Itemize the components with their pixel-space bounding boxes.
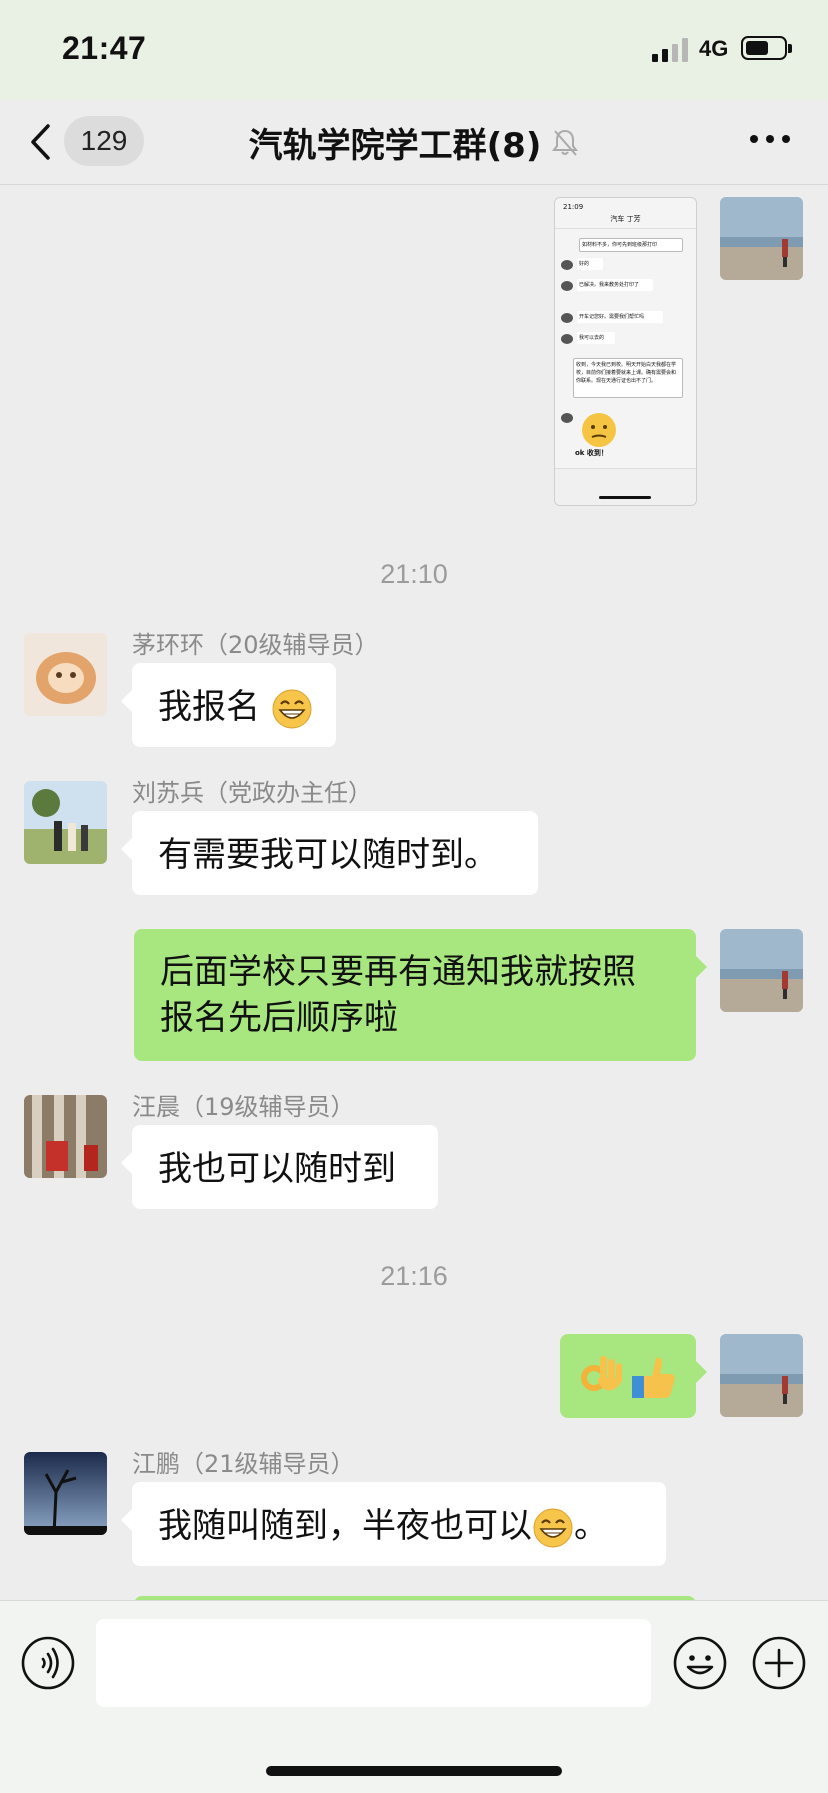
outgoing-message-bubble[interactable] <box>560 1334 707 1418</box>
home-indicator[interactable] <box>266 1766 562 1776</box>
chat-title-container: 汽轨学院学工群(8) <box>200 120 628 166</box>
sender-name: 汪晨（19级辅导员） <box>132 1093 355 1121</box>
ok-hand-thumbs-up-emoji-icon <box>581 1356 675 1398</box>
back-arrow-icon[interactable] <box>26 122 56 162</box>
sender-avatar[interactable] <box>24 633 107 716</box>
shared-screenshot-image[interactable]: 21:09 汽车 丁芳 如材料不多，你可先到班级那打印 好的 已解决。我来教务处… <box>554 197 697 506</box>
more-options-icon[interactable] <box>748 132 792 146</box>
my-avatar[interactable] <box>720 1334 803 1417</box>
chat-header: 129 汽轨学院学工群(8) <box>0 100 828 185</box>
incoming-message-bubble[interactable]: 我也可以随时到 <box>121 1125 438 1209</box>
sender-name: 刘苏兵（党政办主任） <box>132 779 372 807</box>
emoji-picker-icon[interactable] <box>672 1635 728 1691</box>
screenshot-title: 汽车 丁芳 <box>610 215 641 223</box>
incoming-message-bubble[interactable]: 我报名 <box>121 663 336 747</box>
message-text-line: 报名先后顺序啦 <box>160 998 398 1038</box>
status-bar: 21:47 4G <box>0 0 828 100</box>
message-text: 我也可以随时到 <box>158 1149 396 1189</box>
message-timestamp: 21:10 <box>380 559 448 589</box>
screenshot-message: 已解决。我来教务处打印了 <box>577 279 653 291</box>
signal-strength-icon <box>652 38 688 62</box>
chat-message-list[interactable]: 21:09 汽车 丁芳 如材料不多，你可先到班级那打印 好的 已解决。我来教务处… <box>0 185 828 1600</box>
sender-avatar[interactable] <box>24 1452 107 1535</box>
message-text: 有需要我可以随时到。 <box>158 835 498 875</box>
sticker-emoji-icon <box>582 413 616 447</box>
incoming-message-bubble[interactable]: 我随叫随到，半夜也可以 。 <box>121 1482 666 1566</box>
message-text: 我报名 <box>158 687 260 727</box>
screenshot-message: 我可以去的 <box>577 332 615 344</box>
grin-emoji-icon <box>533 1508 573 1547</box>
network-type: 4G <box>699 36 729 61</box>
message-input-bar <box>0 1600 828 1793</box>
my-avatar[interactable] <box>720 929 803 1012</box>
grin-emoji-icon <box>272 689 312 728</box>
sticker-caption: ok 收到！ <box>575 449 608 457</box>
message-text: 。 <box>574 1506 608 1546</box>
sender-avatar[interactable] <box>24 1095 107 1178</box>
chat-title: 汽轨学院学工群(8) <box>248 125 542 166</box>
message-input[interactable] <box>96 1619 651 1707</box>
screenshot-message: 如材料不多，你可先到班级那打印 <box>579 238 683 252</box>
sender-name: 江鹏（21级辅导员） <box>132 1450 355 1478</box>
outgoing-message-bubble[interactable]: 后面学校只要再有通知我就按照 报名先后顺序啦 <box>134 929 707 1061</box>
plus-more-icon[interactable] <box>751 1635 807 1691</box>
incoming-message-bubble[interactable]: 有需要我可以随时到。 <box>121 811 538 895</box>
battery-icon <box>741 36 792 60</box>
clock: 21:47 <box>62 30 147 66</box>
message-text: 我随叫随到，半夜也可以 <box>158 1506 532 1546</box>
screenshot-message: 收到，今天我已到校。明天开始白天我都在学校，目前你们接着要就来上课。确有需要会和… <box>573 358 683 398</box>
sender-avatar[interactable] <box>24 781 107 864</box>
mute-bell-icon <box>552 129 579 156</box>
message-text-line: 后面学校只要再有通知我就按照 <box>160 952 636 992</box>
screenshot-message: 开车记您好。需要我们帮忙吗 <box>577 311 663 323</box>
my-avatar[interactable] <box>720 197 803 280</box>
screenshot-message: 好的 <box>577 258 603 270</box>
sender-name: 茅环环（20级辅导员） <box>132 631 379 659</box>
unread-count-badge[interactable]: 129 <box>64 116 144 166</box>
message-timestamp: 21:16 <box>380 1261 448 1291</box>
voice-input-icon[interactable] <box>20 1635 76 1691</box>
screenshot-time: 21:09 <box>563 203 584 211</box>
